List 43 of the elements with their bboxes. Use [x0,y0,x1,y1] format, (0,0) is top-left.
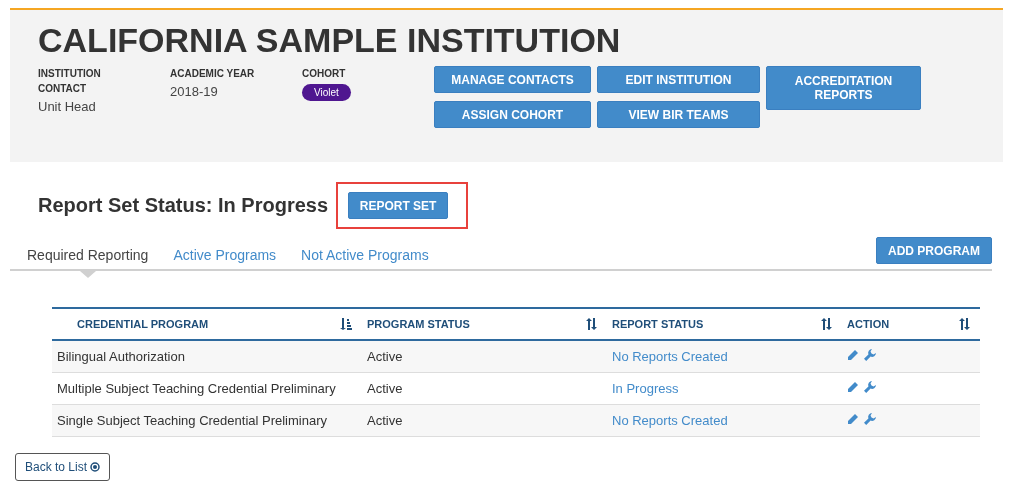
action-button[interactable]: MANAGE CONTACTS [434,66,591,93]
column-header: REPORT STATUS [612,318,704,330]
program-status: Active [367,348,403,364]
field-value: Unit Head [38,99,96,114]
sort-icon[interactable] [959,318,970,330]
program-status: Active [367,412,403,428]
add-program-button[interactable]: ADD PROGRAM [876,237,992,264]
back-button[interactable]: Back to List [15,452,111,481]
program-name: Bilingual Authorization [57,348,185,364]
wrench-icon[interactable] [864,413,876,425]
action-button[interactable]: VIEW BIR TEAMS [597,101,760,128]
column-header: PROGRAM STATUS [367,318,470,330]
column-header: CREDENTIAL PROGRAM [77,318,209,330]
institution-name: CALIFORNIA SAMPLE INSTITUTION [38,20,622,60]
program-name: Multiple Subject Teaching Credential Preliminary [57,380,336,396]
sort-icon[interactable] [340,318,352,330]
report-status-link[interactable]: In Progress [612,380,679,396]
wrench-icon[interactable] [864,381,876,393]
report-status-link[interactable]: No Reports Created [612,348,728,364]
tab[interactable]: Not Active Programs [301,247,429,269]
pencil-icon[interactable] [847,349,858,361]
field-label: COHORT [302,67,347,81]
report-set-button[interactable]: REPORT SET [348,192,449,219]
cohort-badge: Violet [302,84,351,101]
sort-icon[interactable] [821,318,832,330]
close-circle-icon [90,461,101,472]
tab[interactable]: Required Reporting [27,247,149,269]
wrench-icon[interactable] [864,349,876,362]
report-set-status: Report Set Status: In Progress [38,194,329,217]
field-label: ACADEMIC YEAR [170,67,256,81]
sort-icon[interactable] [586,318,597,330]
action-button[interactable]: EDIT INSTITUTION [597,66,760,93]
action-button[interactable]: ACCREDITATION REPORTS [766,66,921,110]
tab[interactable]: Active Programs [173,247,277,269]
field-label: INSTITUTION CONTACT [38,67,102,96]
action-button[interactable]: ASSIGN COHORT [434,101,591,128]
pencil-icon[interactable] [847,413,858,425]
program-name: Single Subject Teaching Credential Preliminary [57,412,328,428]
report-status-link[interactable]: No Reports Created [612,412,728,428]
program-status: Active [367,380,403,396]
field-value: 2018-19 [170,84,218,99]
pencil-icon[interactable] [847,381,858,393]
column-header: ACTION [847,318,890,330]
